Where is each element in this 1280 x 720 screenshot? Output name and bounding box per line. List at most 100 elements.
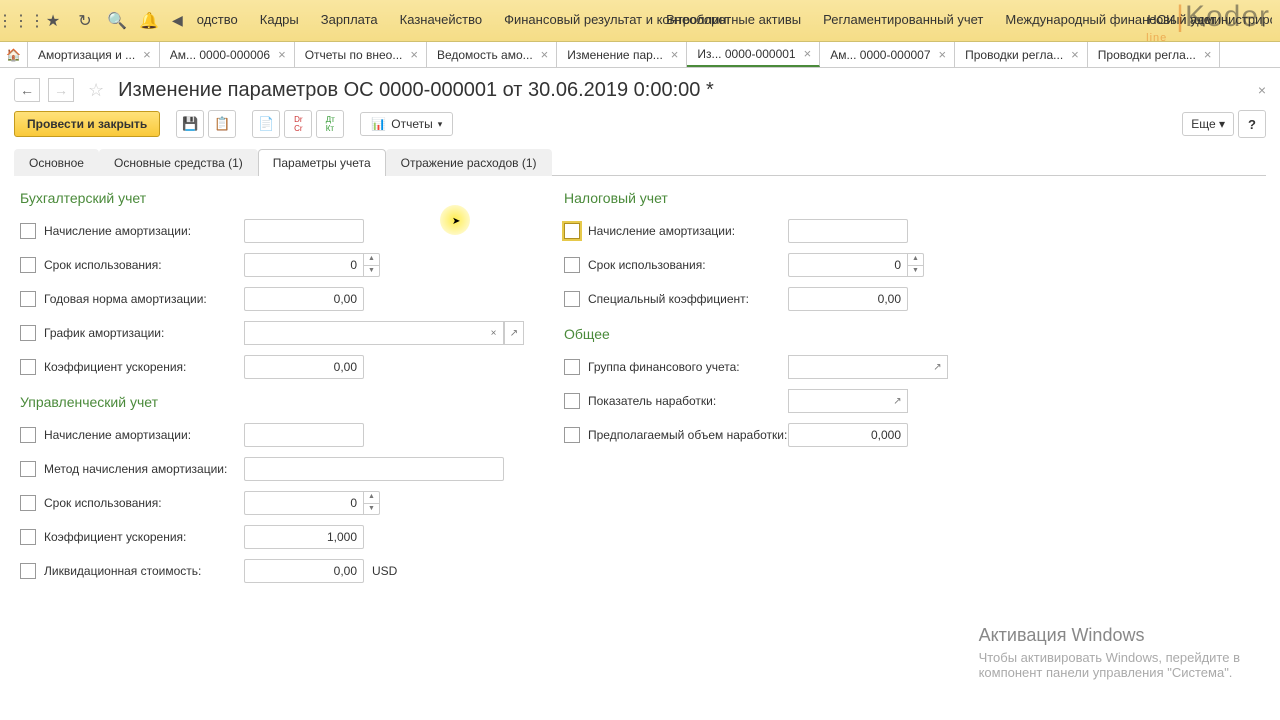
menu-item[interactable]: Кадры	[260, 12, 299, 29]
fin-group-checkbox[interactable]	[564, 359, 580, 375]
expected-usage-input[interactable]	[788, 423, 908, 447]
mgmt-accrual-checkbox[interactable]	[20, 427, 36, 443]
schedule-checkbox[interactable]	[20, 325, 36, 341]
method-input[interactable]	[244, 457, 504, 481]
menu-item[interactable]: одство	[197, 12, 238, 29]
accrual-input[interactable]	[244, 219, 364, 243]
schedule-input[interactable]	[244, 321, 484, 345]
menu-item[interactable]: Регламентированный учет	[823, 12, 983, 29]
tab-main[interactable]: Основное	[14, 149, 99, 176]
fin-group-input[interactable]	[788, 355, 928, 379]
doc-tab[interactable]: Отчеты по внео...×	[295, 42, 427, 67]
special-coef-input[interactable]	[788, 287, 908, 311]
menu-scroll-left[interactable]: ◀	[168, 12, 187, 29]
close-icon[interactable]: ×	[669, 47, 681, 62]
history-icon[interactable]: ↻	[72, 8, 98, 34]
dt-kt-button[interactable]: ДтКт	[316, 110, 344, 138]
save-button[interactable]: 💾	[176, 110, 204, 138]
mgmt-accel-input[interactable]	[244, 525, 364, 549]
expected-usage-checkbox[interactable]	[564, 427, 580, 443]
annual-rate-input[interactable]	[244, 287, 364, 311]
menu-item[interactable]: Финансовый результат и контроллинг	[504, 12, 644, 29]
menu-item[interactable]: Международный финансовый учет	[1005, 12, 1125, 29]
report-icon: 📊	[371, 117, 386, 131]
accel-input[interactable]	[244, 355, 364, 379]
home-icon[interactable]: 🏠	[0, 42, 28, 67]
post-and-close-button[interactable]: Провести и закрыть	[14, 111, 160, 137]
method-checkbox[interactable]	[20, 461, 36, 477]
menu-item[interactable]: Казначейство	[400, 12, 482, 29]
tab-fixed-assets[interactable]: Основные средства (1)	[99, 149, 258, 176]
tax-accrual-label: Начисление амортизации:	[588, 224, 788, 238]
dr-cr-button[interactable]: DrCr	[284, 110, 312, 138]
menu-item[interactable]: Зарплата	[321, 12, 378, 29]
doc-tab-active[interactable]: Из... 0000-000001×	[687, 42, 820, 67]
close-icon[interactable]: ×	[802, 46, 814, 61]
expected-usage-label: Предполагаемый объем наработки:	[588, 428, 788, 442]
accel-checkbox[interactable]	[20, 359, 36, 375]
windows-activation-watermark: Активация Windows Чтобы активировать Win…	[979, 625, 1240, 680]
open-icon[interactable]: ↗	[504, 321, 524, 345]
menu-item[interactable]: Внеоборотные активы	[666, 12, 801, 29]
tax-life-input[interactable]	[788, 253, 908, 277]
salvage-checkbox[interactable]	[20, 563, 36, 579]
search-icon[interactable]: 🔍	[104, 8, 130, 34]
close-icon[interactable]: ×	[408, 47, 420, 62]
tab-accounting-params[interactable]: Параметры учета	[258, 149, 386, 176]
doc-tab[interactable]: Ам... 0000-000006×	[160, 42, 295, 67]
section-accounting: Бухгалтерский учет	[20, 190, 524, 206]
open-icon[interactable]: ↗	[928, 355, 948, 379]
useful-life-checkbox[interactable]	[20, 257, 36, 273]
mgmt-life-checkbox[interactable]	[20, 495, 36, 511]
close-icon[interactable]: ×	[539, 47, 551, 62]
mgmt-accrual-label: Начисление амортизации:	[44, 428, 244, 442]
tax-accrual-checkbox[interactable]	[564, 223, 580, 239]
spinner[interactable]: ▲▼	[364, 491, 380, 515]
mgmt-life-input[interactable]	[244, 491, 364, 515]
tax-life-checkbox[interactable]	[564, 257, 580, 273]
favorite-star-icon[interactable]: ☆	[88, 80, 104, 101]
nav-back-button[interactable]: ←	[14, 78, 40, 102]
mgmt-accrual-input[interactable]	[244, 423, 364, 447]
useful-life-input[interactable]	[244, 253, 364, 277]
doc-tab[interactable]: Ам... 0000-000007×	[820, 42, 955, 67]
mgmt-accel-checkbox[interactable]	[20, 529, 36, 545]
special-coef-label: Специальный коэффициент:	[588, 292, 788, 306]
annual-rate-checkbox[interactable]	[20, 291, 36, 307]
mgmt-life-label: Срок использования:	[44, 496, 244, 510]
tax-accrual-input[interactable]	[788, 219, 908, 243]
close-icon[interactable]: ×	[141, 47, 153, 62]
salvage-input[interactable]	[244, 559, 364, 583]
nav-forward-button[interactable]: →	[48, 78, 74, 102]
special-coef-checkbox[interactable]	[564, 291, 580, 307]
usage-ind-checkbox[interactable]	[564, 393, 580, 409]
bell-icon[interactable]: 🔔	[136, 8, 162, 34]
useful-life-label: Срок использования:	[44, 258, 244, 272]
doc-tab[interactable]: Изменение пар...×	[557, 42, 687, 67]
close-icon[interactable]: ×	[1202, 47, 1214, 62]
tab-expense-reflection[interactable]: Отражение расходов (1)	[386, 149, 552, 176]
apps-icon[interactable]: ⋮⋮⋮	[8, 8, 34, 34]
clear-icon[interactable]: ×	[484, 321, 504, 345]
close-icon[interactable]: ×	[937, 47, 949, 62]
post-button[interactable]: 📋	[208, 110, 236, 138]
doc-tab[interactable]: Проводки регла...×	[955, 42, 1088, 67]
method-label: Метод начисления амортизации:	[44, 462, 244, 476]
more-button[interactable]: Еще ▾	[1182, 112, 1234, 136]
accrual-checkbox[interactable]	[20, 223, 36, 239]
help-button[interactable]: ?	[1238, 110, 1266, 138]
close-icon[interactable]: ×	[1069, 47, 1081, 62]
doc-tab[interactable]: Амортизация и ...×	[28, 42, 160, 67]
open-icon[interactable]: ↗	[888, 389, 908, 413]
usage-ind-input[interactable]	[788, 389, 888, 413]
page-title: Изменение параметров ОС 0000-000001 от 3…	[118, 79, 714, 102]
close-icon[interactable]: ×	[276, 47, 288, 62]
doc-tab[interactable]: Ведомость амо...×	[427, 42, 557, 67]
reports-dropdown[interactable]: 📊 Отчеты ▾	[360, 112, 453, 136]
doc-tab[interactable]: Проводки регла...×	[1088, 42, 1221, 67]
star-icon[interactable]: ★	[40, 8, 66, 34]
document-structure-button[interactable]: 📄	[252, 110, 280, 138]
close-document-icon[interactable]: ×	[1258, 82, 1266, 98]
spinner[interactable]: ▲▼	[364, 253, 380, 277]
spinner[interactable]: ▲▼	[908, 253, 924, 277]
